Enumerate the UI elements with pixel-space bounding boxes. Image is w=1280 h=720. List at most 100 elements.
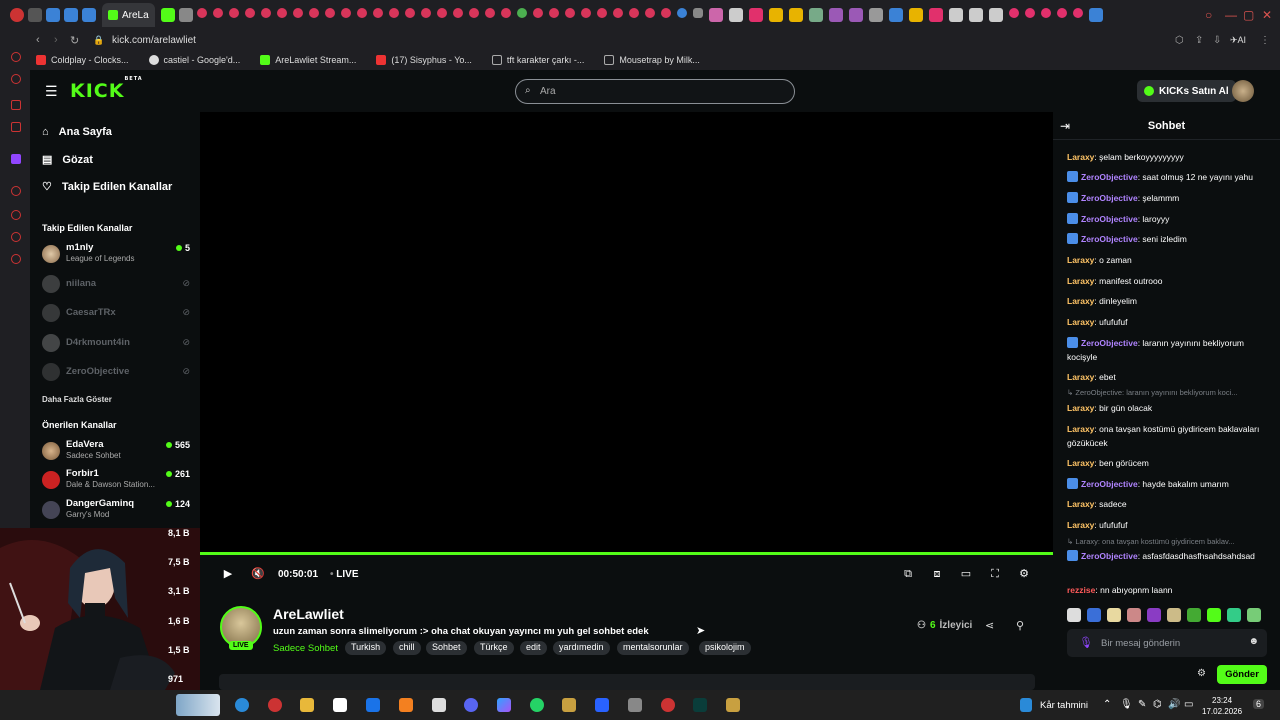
- chat-message[interactable]: ZeroObjective: laranın yayınını bekliyor…: [1067, 336, 1267, 364]
- emoji-picker-icon[interactable]: ☻: [1248, 636, 1259, 647]
- mute-icon[interactable]: 🔇: [251, 568, 265, 580]
- menu-icon[interactable]: ⋮: [1260, 35, 1270, 46]
- tab-favicon[interactable]: [1056, 8, 1067, 18]
- tab-favicon[interactable]: [340, 8, 351, 18]
- tab-favicon[interactable]: [324, 8, 335, 18]
- nav-following[interactable]: ♡ Takip Edilen Kanallar: [42, 180, 172, 194]
- whatsapp-icon[interactable]: [530, 698, 544, 712]
- chat-message[interactable]: ZeroObjective: hayde bakalım umarım: [1067, 477, 1267, 491]
- tab-favicon[interactable]: [888, 8, 903, 22]
- maximize-icon[interactable]: ▢: [1243, 8, 1254, 22]
- emote-icon[interactable]: [1087, 608, 1101, 622]
- settings-icon[interactable]: [11, 254, 21, 264]
- chat-reply-preview[interactable]: ↳ ZeroObjective: laranın yayınını bekliy…: [1067, 388, 1267, 397]
- video-player[interactable]: [200, 112, 1053, 552]
- chat-message[interactable]: Laraxy: şelam berkoyyyyyyyyy: [1067, 150, 1267, 164]
- tab-favicon[interactable]: [260, 8, 271, 18]
- stream-tag[interactable]: mentalsorunlar: [617, 641, 689, 655]
- bookmark-item[interactable]: Coldplay - Clocks...: [36, 55, 129, 65]
- tab-favicon[interactable]: [848, 8, 863, 22]
- edge-icon[interactable]: [235, 698, 249, 712]
- chat-username[interactable]: Laraxy: [1067, 403, 1094, 413]
- show-more-link[interactable]: Daha Fazla Göster: [42, 395, 112, 404]
- tab-favicon[interactable]: [564, 8, 575, 18]
- emote-icon[interactable]: [1147, 608, 1161, 622]
- stream-tag[interactable]: Türkçe: [474, 641, 514, 655]
- chat-message[interactable]: ZeroObjective: seni izledim: [1067, 232, 1267, 246]
- tab-favicon[interactable]: [468, 8, 479, 18]
- tab-favicon[interactable]: [968, 8, 983, 22]
- share-icon[interactable]: ⋖: [985, 619, 994, 632]
- tab-strip-icon[interactable]: [28, 8, 42, 22]
- followed-channel[interactable]: ZeroObjective ⊘: [42, 360, 190, 384]
- tab-favicon[interactable]: [928, 8, 943, 22]
- search-input[interactable]: ⌕ Ara: [515, 79, 795, 104]
- tab-favicon[interactable]: [628, 8, 639, 18]
- reload-icon[interactable]: ↻: [70, 34, 79, 47]
- search-tabs-icon[interactable]: ○: [1205, 8, 1212, 22]
- play-icon[interactable]: ▶: [222, 568, 234, 580]
- tab-favicon[interactable]: [276, 8, 287, 18]
- bookmark-item[interactable]: Mousetrap by Milk...: [604, 55, 700, 65]
- chat-username[interactable]: Laraxy: [1067, 255, 1094, 265]
- download-icon[interactable]: ⇩: [1213, 35, 1221, 46]
- tab-favicon[interactable]: [868, 8, 883, 22]
- mail-icon[interactable]: [366, 698, 380, 712]
- tab-favicon[interactable]: [160, 8, 175, 22]
- chat-username[interactable]: ZeroObjective: [1081, 551, 1138, 561]
- chat-message[interactable]: Laraxy: ufufufuf: [1067, 518, 1267, 532]
- discord-icon[interactable]: [464, 698, 478, 712]
- tab-favicon[interactable]: [1008, 8, 1019, 18]
- stream-tag[interactable]: Sohbet: [426, 641, 467, 655]
- tab-favicon[interactable]: [708, 8, 723, 22]
- tray-chevron-icon[interactable]: ⌃: [1103, 699, 1111, 710]
- chat-message[interactable]: ZeroObjective: asfasfdasdhasfhsahdsahdsa…: [1067, 549, 1267, 563]
- extensions-icon[interactable]: ⬡: [1175, 35, 1184, 46]
- app-icon[interactable]: [693, 698, 707, 712]
- twitch-icon[interactable]: [11, 154, 21, 164]
- tab-favicon[interactable]: [420, 8, 431, 18]
- tab-favicon[interactable]: [580, 8, 591, 18]
- chat-message[interactable]: Laraxy: o zaman: [1067, 253, 1267, 267]
- cloud-icon[interactable]: [399, 698, 413, 712]
- tab-favicon[interactable]: [178, 8, 193, 22]
- chat-username[interactable]: Laraxy: [1067, 372, 1094, 382]
- fullscreen-icon[interactable]: ⛶: [989, 568, 1001, 580]
- follow-icon[interactable]: ⚲: [1016, 619, 1024, 632]
- tab-favicon[interactable]: [484, 8, 495, 18]
- emote-icon[interactable]: [1107, 608, 1121, 622]
- tab-favicon[interactable]: [46, 8, 60, 22]
- chat-username[interactable]: Laraxy: [1067, 317, 1094, 327]
- tab-favicon[interactable]: [452, 8, 463, 18]
- chat-username[interactable]: ZeroObjective: [1081, 214, 1138, 224]
- bookmark-item[interactable]: (17) Sisyphus - Yo...: [376, 55, 472, 65]
- chat-reply-preview[interactable]: ↳ Laraxy: ona tavşan kostümü giydiricem …: [1067, 537, 1267, 546]
- tab-favicon[interactable]: [828, 8, 843, 22]
- nav-browse[interactable]: ▤ Gözat: [42, 153, 93, 167]
- tab-favicon[interactable]: [436, 8, 447, 18]
- chat-message[interactable]: Laraxy: bir gün olacak: [1067, 401, 1267, 415]
- pip-icon[interactable]: ⧉: [902, 568, 914, 580]
- chat-message[interactable]: Laraxy: ona tavşan kostümü giydiricem ba…: [1067, 422, 1267, 450]
- chat-input[interactable]: 🎙 Bir mesaj gönderin ☻: [1067, 629, 1267, 657]
- clip-icon[interactable]: ⧈: [931, 568, 943, 580]
- hamburger-menu-icon[interactable]: ☰: [45, 83, 58, 100]
- stream-tag[interactable]: Turkish: [345, 641, 387, 655]
- close-icon[interactable]: ✕: [1262, 8, 1272, 22]
- tab-favicon[interactable]: [988, 8, 1003, 22]
- emote-icon[interactable]: [1127, 608, 1141, 622]
- chat-message[interactable]: ZeroObjective: saat olmuş 12 ne yayını y…: [1067, 170, 1267, 184]
- network-icon[interactable]: ⌬: [1153, 699, 1162, 710]
- rail-icon[interactable]: [11, 232, 21, 242]
- rail-icon[interactable]: [11, 100, 21, 110]
- followed-channel[interactable]: niilana ⊘: [42, 272, 190, 296]
- recommended-channel[interactable]: EdaVera Sadece Sohbet 565: [42, 439, 190, 463]
- stream-tag[interactable]: psikolojim: [699, 641, 751, 655]
- send-button[interactable]: Gönder: [1217, 665, 1267, 684]
- tab-favicon[interactable]: [212, 8, 223, 18]
- rail-icon[interactable]: [11, 122, 21, 132]
- tab-favicon[interactable]: [356, 8, 367, 18]
- tab-favicon[interactable]: [1024, 8, 1035, 18]
- chat-message[interactable]: Laraxy: ben görücem: [1067, 456, 1267, 470]
- chat-username[interactable]: Laraxy: [1067, 152, 1094, 162]
